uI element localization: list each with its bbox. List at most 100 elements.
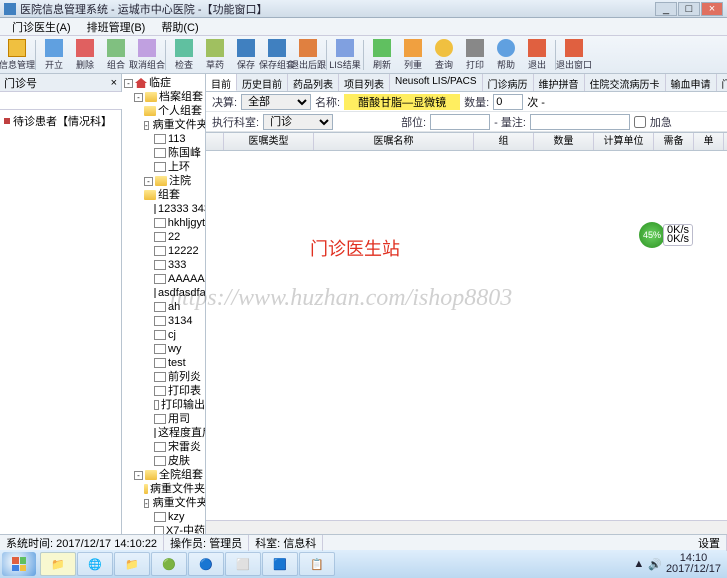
tab-outpatient-rec[interactable]: 门诊病历: [483, 74, 534, 91]
tree-leaf[interactable]: hkhljgyt: [122, 216, 205, 230]
close-button[interactable]: ×: [701, 2, 723, 16]
tb-help[interactable]: 帮助: [491, 37, 521, 73]
chk-urgent[interactable]: [634, 114, 646, 130]
grid-hscroll[interactable]: [206, 520, 727, 534]
taskbar-item[interactable]: 🟦: [262, 552, 298, 576]
tree-root[interactable]: -临症: [122, 76, 205, 90]
grid-col-name[interactable]: 医嘱名称: [314, 133, 474, 150]
tb-save-set[interactable]: 保存组套: [262, 37, 292, 73]
taskbar-item[interactable]: 📁: [114, 552, 150, 576]
grid-col-single[interactable]: 单: [694, 133, 724, 150]
tree-leaf[interactable]: 打印输出: [122, 398, 205, 412]
taskbar-item[interactable]: 📁: [40, 552, 76, 576]
grid-col-prep[interactable]: 需备: [654, 133, 694, 150]
tray-clock[interactable]: 14:102017/12/17: [666, 553, 721, 575]
speed-bubble[interactable]: 45% 0K/s0K/s: [639, 222, 693, 248]
tb-exit[interactable]: 退出: [522, 37, 552, 73]
tab-items[interactable]: 项目列表: [339, 74, 390, 91]
tree-node[interactable]: -病重文件夹: [122, 496, 205, 510]
tab-pinyin[interactable]: 维护拼音: [534, 74, 585, 91]
tree-leaf[interactable]: test: [122, 356, 205, 370]
tree-node[interactable]: -注院: [122, 174, 205, 188]
tree-leaf[interactable]: 打印表: [122, 384, 205, 398]
maximize-button[interactable]: □: [678, 2, 700, 16]
taskbar-item[interactable]: 🔵: [188, 552, 224, 576]
tree-leaf[interactable]: 113: [122, 132, 205, 146]
tree-leaf[interactable]: ah: [122, 300, 205, 314]
tree-leaf[interactable]: asdfasdfasdfsa: [122, 286, 205, 300]
tray-icon[interactable]: 🔊: [648, 558, 662, 571]
sel-exec-dept[interactable]: 门诊: [263, 114, 333, 130]
tb-check[interactable]: 检查: [169, 37, 199, 73]
tb-exit-follow[interactable]: 退出后跟: [293, 37, 323, 73]
tb-delete[interactable]: 删除: [70, 37, 100, 73]
inp-note[interactable]: [530, 114, 630, 130]
tree-node[interactable]: 病重文件夹: [122, 482, 205, 496]
tree-leaf[interactable]: wy: [122, 342, 205, 356]
tree-leaf[interactable]: 用司: [122, 412, 205, 426]
tree-leaf[interactable]: 陈国峰: [122, 146, 205, 160]
tab-history[interactable]: 历史目前: [237, 74, 288, 91]
tab-lispacs[interactable]: Neusoft LIS/PACS: [390, 74, 483, 91]
tree-node[interactable]: -病重文件夹: [122, 118, 205, 132]
menu-help[interactable]: 帮助(C): [153, 19, 206, 35]
tb-print[interactable]: 打印: [460, 37, 490, 73]
tree-leaf[interactable]: 前列炎: [122, 370, 205, 384]
tree-leaf[interactable]: AAAAA: [122, 272, 205, 286]
grid-col-qty[interactable]: 数量: [534, 133, 594, 150]
taskbar-item[interactable]: 🌐: [77, 552, 113, 576]
grid-col-type[interactable]: 医嘱类型: [224, 133, 314, 150]
grid-col-index[interactable]: [206, 133, 224, 150]
tb-save[interactable]: 保存: [231, 37, 261, 73]
tree-leaf[interactable]: 宋雷炎: [122, 440, 205, 454]
taskbar-item[interactable]: 🟢: [151, 552, 187, 576]
menu-outpatient[interactable]: 门诊医生(A): [4, 19, 79, 35]
tb-group[interactable]: 组合: [101, 37, 131, 73]
tb-herb[interactable]: 草药: [200, 37, 230, 73]
left-panel-close-icon[interactable]: ×: [111, 77, 117, 89]
tb-ungroup[interactable]: 取消组合: [132, 37, 162, 73]
tab-drugs[interactable]: 药品列表: [288, 74, 339, 91]
taskbar-item[interactable]: ⬜: [225, 552, 261, 576]
inp-qty[interactable]: [493, 94, 523, 110]
tree-leaf[interactable]: 这程度直后: [122, 426, 205, 440]
tree-node[interactable]: 组套: [122, 188, 205, 202]
tab-inpatient-card[interactable]: 住院交流病历卡: [585, 74, 666, 91]
tb-refresh[interactable]: 刷新: [367, 37, 397, 73]
tb-exit-window[interactable]: 退出窗口: [559, 37, 589, 73]
grid-body[interactable]: [206, 151, 727, 520]
tray-icon[interactable]: ▲: [633, 558, 644, 570]
tree-node[interactable]: -档案组套: [122, 90, 205, 104]
menu-schedule[interactable]: 排班管理(B): [79, 19, 154, 35]
tree-leaf[interactable]: kzy: [122, 510, 205, 524]
sel-settle[interactable]: 全部: [241, 94, 311, 110]
start-button[interactable]: [2, 552, 36, 576]
grid-col-group[interactable]: 组: [474, 133, 534, 150]
minimize-button[interactable]: _: [655, 2, 677, 16]
app-icon: [4, 3, 16, 15]
tree-leaf[interactable]: 12222: [122, 244, 205, 258]
tab-current[interactable]: 目前: [206, 74, 237, 91]
inp-part[interactable]: [430, 114, 490, 130]
tree-leaf[interactable]: 3134: [122, 314, 205, 328]
tree-leaf[interactable]: 333: [122, 258, 205, 272]
tb-info-mgmt[interactable]: 信息管理: [2, 37, 32, 73]
tree-leaf[interactable]: 皮肤: [122, 454, 205, 468]
tree-node[interactable]: -全院组套: [122, 468, 205, 482]
tab-emr[interactable]: 门诊电子病历: [717, 74, 727, 91]
tb-open[interactable]: 开立: [39, 37, 69, 73]
tree-leaf[interactable]: 12333 343: [122, 202, 205, 216]
tb-rearrange[interactable]: 列重: [398, 37, 428, 73]
tree-node[interactable]: 个人组套: [122, 104, 205, 118]
tree-leaf[interactable]: X7-中药: [122, 524, 205, 534]
taskbar-item[interactable]: 📋: [299, 552, 335, 576]
tree-leaf[interactable]: cj: [122, 328, 205, 342]
status-settings[interactable]: 设置: [692, 535, 727, 551]
tb-search[interactable]: 查询: [429, 37, 459, 73]
grid-col-unit[interactable]: 计算单位: [594, 133, 654, 150]
waiting-patients-item[interactable]: 待诊患者【情况科】: [2, 112, 119, 130]
tab-blood[interactable]: 输血申请: [666, 74, 717, 91]
tree-leaf[interactable]: 22: [122, 230, 205, 244]
tb-lis[interactable]: LIS结果: [330, 37, 360, 73]
tree-leaf[interactable]: 上环: [122, 160, 205, 174]
